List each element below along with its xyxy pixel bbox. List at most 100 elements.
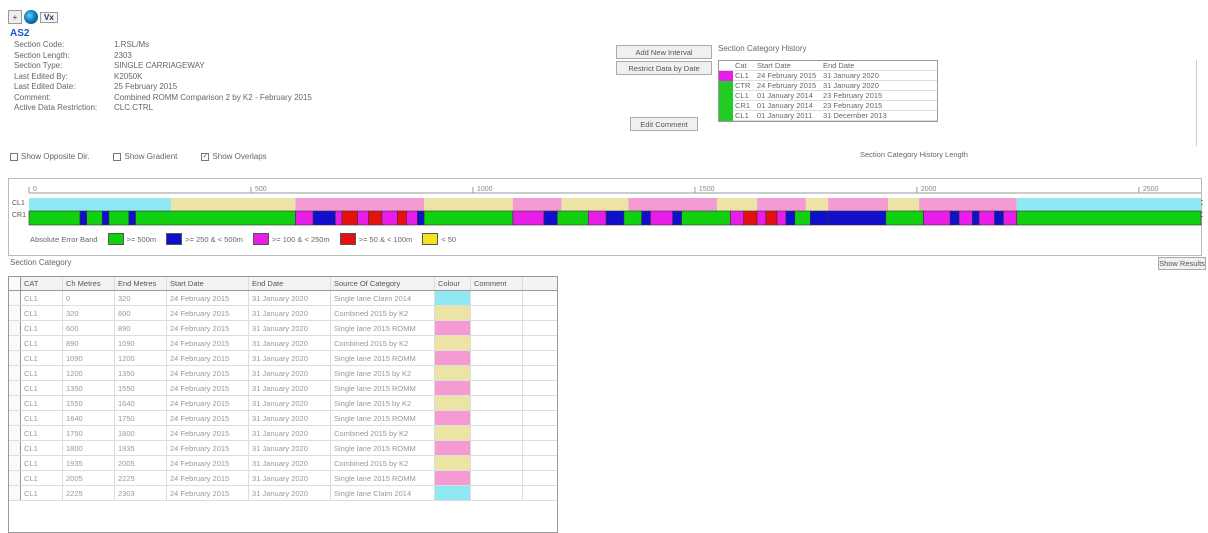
table-row[interactable]: CL1 600 890 24 February 2015 31 January 2020… bbox=[9, 321, 557, 336]
column-header[interactable]: Source Of Category bbox=[331, 277, 435, 290]
category-column-header[interactable]: Cat bbox=[733, 61, 755, 70]
condition-segment[interactable] bbox=[650, 210, 674, 226]
row-header[interactable] bbox=[9, 366, 21, 380]
table-row[interactable]: CL1 1800 1935 24 February 2015 31 January 20… bbox=[9, 441, 557, 456]
category-history-row[interactable]: CL1 24 February 2015 31 January 2020 bbox=[719, 71, 937, 81]
row-header[interactable] bbox=[9, 486, 21, 500]
column-header[interactable]: End Date bbox=[249, 277, 331, 290]
condition-segment[interactable] bbox=[79, 210, 88, 226]
checkbox[interactable] bbox=[10, 152, 18, 161]
table-row[interactable]: CL1 1935 2005 24 February 2015 31 January 20… bbox=[9, 456, 557, 471]
comment-cell[interactable] bbox=[471, 291, 523, 305]
category-column-header[interactable]: Start Date bbox=[755, 61, 821, 70]
table-row[interactable]: CL1 1090 1200 24 February 2015 31 January 20… bbox=[9, 351, 557, 366]
comment-cell[interactable] bbox=[471, 396, 523, 410]
condition-segment[interactable] bbox=[312, 210, 336, 226]
row-header[interactable] bbox=[9, 426, 21, 440]
table-row[interactable]: CL1 1200 1350 24 February 2015 31 January 20… bbox=[9, 366, 557, 381]
overlap-segment[interactable] bbox=[828, 198, 889, 211]
table-row[interactable]: CL1 2225 2303 24 February 2015 31 January 20… bbox=[9, 486, 557, 501]
table-row[interactable]: CL1 890 1090 24 February 2015 31 January 202… bbox=[9, 336, 557, 351]
condition-segment[interactable] bbox=[765, 210, 778, 226]
condition-segment[interactable] bbox=[556, 210, 589, 226]
comment-cell[interactable] bbox=[471, 366, 523, 380]
column-header[interactable]: CAT bbox=[21, 277, 63, 290]
row-header[interactable] bbox=[9, 471, 21, 485]
overlap-segment[interactable] bbox=[29, 198, 172, 211]
category-column-header[interactable]: End Date bbox=[821, 61, 891, 70]
category-history-row[interactable]: CL1 01 January 2014 23 February 2015 bbox=[719, 91, 937, 101]
comment-cell[interactable] bbox=[471, 441, 523, 455]
globe-icon[interactable] bbox=[24, 10, 38, 24]
row-header[interactable] bbox=[9, 291, 21, 305]
condition-segment[interactable] bbox=[128, 210, 136, 226]
condition-segment[interactable] bbox=[1016, 210, 1202, 226]
condition-segment[interactable] bbox=[135, 210, 296, 226]
condition-segment[interactable] bbox=[512, 210, 545, 226]
table-row[interactable]: CL1 1640 1750 24 February 2015 31 January 20… bbox=[9, 411, 557, 426]
condition-segment[interactable] bbox=[923, 210, 951, 226]
comment-cell[interactable] bbox=[471, 486, 523, 500]
condition-segment[interactable] bbox=[994, 210, 1004, 226]
overlap-segment[interactable] bbox=[757, 198, 806, 211]
comment-cell[interactable] bbox=[471, 456, 523, 470]
condition-segment[interactable] bbox=[543, 210, 558, 226]
checkbox-option[interactable]: ✓ Show Overlaps bbox=[201, 152, 267, 161]
row-header[interactable] bbox=[9, 381, 21, 395]
overlap-segment[interactable] bbox=[717, 198, 758, 211]
comment-cell[interactable] bbox=[471, 336, 523, 350]
condition-segment[interactable] bbox=[381, 210, 398, 226]
condition-segment[interactable] bbox=[743, 210, 758, 226]
category-history-row[interactable]: CR1 01 January 2014 23 February 2015 bbox=[719, 101, 937, 111]
condition-segment[interactable] bbox=[423, 210, 514, 226]
condition-segment[interactable] bbox=[357, 210, 369, 226]
add-interval-button[interactable]: Add New Interval bbox=[616, 45, 712, 59]
row-header[interactable] bbox=[9, 306, 21, 320]
condition-segment[interactable] bbox=[417, 210, 425, 226]
row-header[interactable] bbox=[9, 441, 21, 455]
overlap-segment[interactable] bbox=[888, 198, 920, 211]
row-header[interactable] bbox=[9, 396, 21, 410]
column-header[interactable]: End Metres bbox=[115, 277, 167, 290]
row-header[interactable] bbox=[9, 336, 21, 350]
show-results-button[interactable]: Show Results bbox=[1158, 257, 1206, 270]
condition-segment[interactable] bbox=[28, 210, 81, 226]
table-row[interactable]: CL1 2005 2225 24 February 2015 31 January 20… bbox=[9, 471, 557, 486]
condition-segment[interactable] bbox=[730, 210, 745, 226]
table-row[interactable]: CL1 1750 1800 24 February 2015 31 January 20… bbox=[9, 426, 557, 441]
condition-segment[interactable] bbox=[588, 210, 607, 226]
condition-segment[interactable] bbox=[794, 210, 811, 226]
overlap-segment[interactable] bbox=[171, 198, 296, 211]
row-header[interactable] bbox=[9, 351, 21, 365]
condition-segment[interactable] bbox=[108, 210, 130, 226]
table-row[interactable]: CL1 1550 1640 24 February 2015 31 January 20… bbox=[9, 396, 557, 411]
condition-segment[interactable] bbox=[785, 210, 796, 226]
overlap-segment[interactable] bbox=[295, 198, 425, 211]
condition-segment[interactable] bbox=[810, 210, 829, 226]
overlap-segment[interactable] bbox=[424, 198, 513, 211]
category-history-row[interactable]: CL1 01 January 2011 31 December 2013 bbox=[719, 111, 937, 121]
comment-cell[interactable] bbox=[471, 471, 523, 485]
condition-segment[interactable] bbox=[86, 210, 103, 226]
condition-segment[interactable] bbox=[295, 210, 314, 226]
comment-cell[interactable] bbox=[471, 381, 523, 395]
checkbox-option[interactable]: Show Gradient bbox=[113, 152, 177, 161]
condition-segment[interactable] bbox=[101, 210, 110, 226]
condition-segment[interactable] bbox=[949, 210, 960, 226]
condition-segment[interactable] bbox=[1003, 210, 1018, 226]
condition-segment[interactable] bbox=[958, 210, 973, 226]
table-row[interactable]: CL1 1350 1550 24 February 2015 31 January 20… bbox=[9, 381, 557, 396]
overlap-segment[interactable] bbox=[919, 198, 1017, 211]
checkbox-option[interactable]: Show Opposite Dir. bbox=[10, 152, 89, 161]
condition-segment[interactable] bbox=[406, 210, 418, 226]
condition-segment[interactable] bbox=[972, 210, 980, 226]
row-header[interactable] bbox=[9, 411, 21, 425]
comment-cell[interactable] bbox=[471, 321, 523, 335]
condition-segment[interactable] bbox=[827, 210, 887, 226]
mode-label[interactable]: Vx bbox=[40, 11, 58, 23]
table-row[interactable]: CL1 0 320 24 February 2015 31 January 2020 Si… bbox=[9, 291, 557, 306]
edit-comment-button[interactable]: Edit Comment bbox=[630, 117, 698, 131]
row-header[interactable] bbox=[9, 321, 21, 335]
condition-segment[interactable] bbox=[756, 210, 767, 226]
overlap-segment[interactable] bbox=[628, 198, 718, 211]
